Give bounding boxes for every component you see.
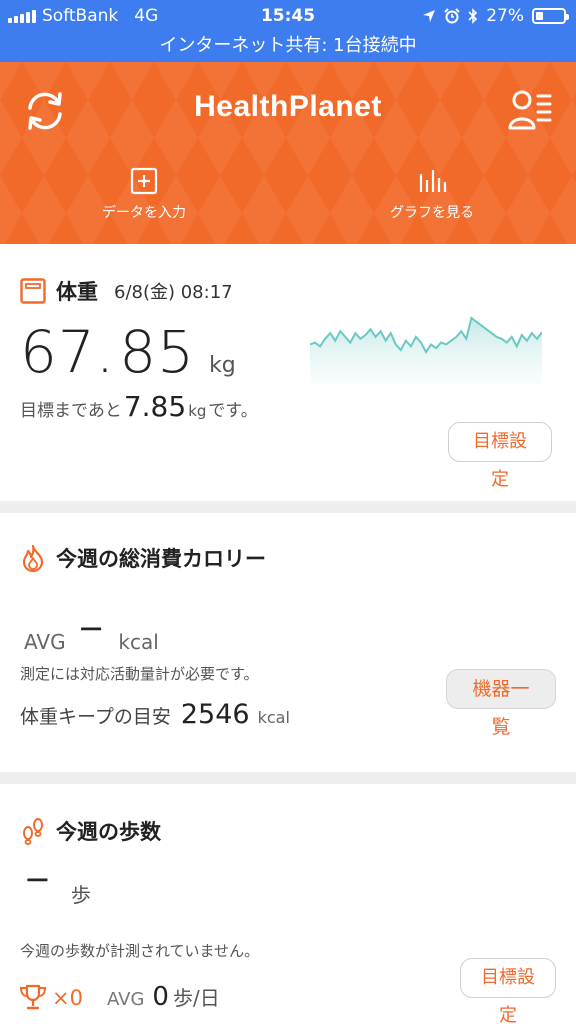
calories-title-row: 今週の総消費カロリー [20, 543, 266, 573]
app-title: HealthPlanet [194, 90, 382, 123]
app-header: HealthPlanet データを入力 グラフを見る [0, 62, 576, 244]
steps-unit: 歩 [70, 883, 91, 907]
trophy-icon [19, 984, 47, 1010]
goal-unit: kg [188, 402, 207, 420]
weight-date: 6/8(金) 08:17 [114, 282, 233, 303]
weight-title: 体重 [56, 280, 98, 304]
steps-avg-value: 0 [152, 982, 169, 1012]
location-arrow-icon [423, 10, 436, 22]
steps-avg-label: AVG [106, 989, 145, 1010]
data-input-label: データを入力 [102, 205, 186, 221]
data-input-button[interactable]: データを入力 [44, 166, 244, 222]
scale-icon [20, 278, 46, 304]
goal-value: 7.85 [123, 390, 187, 423]
battery-icon [532, 8, 569, 24]
graph-view-button[interactable]: グラフを見る [332, 166, 532, 222]
hotspot-banner[interactable]: インターネット共有: 1台接続中 [0, 32, 576, 62]
steps-avg-unit: 歩/日 [172, 986, 220, 1010]
goal-suffix: です。 [208, 401, 258, 421]
status-bar: SoftBank 4G 15:45 27% [0, 0, 576, 32]
weight-unit: kg [209, 353, 236, 378]
battery-level [536, 12, 544, 20]
keep-weight-guide: 体重キープの目安 2546 kcal [20, 699, 290, 730]
steps-card[interactable]: 今週の歩数 − 歩 今週の歩数が計測されていません。 目標設定 ×0 AVG 0… [0, 784, 576, 1024]
steps-title-row: 今週の歩数 [20, 816, 161, 846]
graph-view-label: グラフを見る [390, 205, 474, 221]
profile-menu-icon[interactable] [508, 88, 552, 134]
calories-note: 測定には対応活動量計が必要です。 [20, 665, 259, 683]
keep-label: 体重キープの目安 [20, 706, 171, 728]
weight-decimal: 85 [119, 318, 196, 386]
weight-int: 67. [20, 318, 116, 386]
keep-value: 2546 [180, 699, 250, 730]
bluetooth-icon [468, 8, 478, 24]
plus-square-icon [130, 167, 158, 195]
flame-icon [22, 544, 44, 572]
device-list-button[interactable]: 機器一覧 [446, 669, 556, 738]
weight-value: 67. 85 kg [20, 318, 236, 386]
weight-card[interactable]: 体重 6/8(金) 08:17 67. 85 kg 目標まであと 7.85 kg… [0, 244, 576, 501]
trophy-count: ×0 [52, 986, 83, 1010]
weight-goal-settings-button[interactable]: 目標設定 [448, 422, 552, 490]
calories-card[interactable]: 今週の総消費カロリー AVG − kcal 測定には対応活動量計が必要です。 体… [0, 513, 576, 772]
footprints-icon [23, 818, 43, 845]
steps-value: − [24, 860, 51, 898]
alarm-icon [444, 8, 460, 24]
weight-trend-chart [310, 316, 542, 384]
calories-avg-label: AVG [24, 630, 66, 654]
steps-goal-settings-button[interactable]: 目標設定 [460, 958, 556, 1024]
keep-unit: kcal [257, 708, 290, 727]
status-right: 27% [422, 6, 569, 26]
steps-note: 今週の歩数が計測されていません。 [20, 942, 260, 960]
weight-title-row: 体重 6/8(金) 08:17 [20, 276, 233, 306]
weight-goal-remaining: 目標まであと 7.85 kg です。 [20, 390, 258, 423]
steps-value-row: − 歩 [24, 860, 91, 910]
bar-chart-icon [419, 170, 447, 192]
calories-avg: AVG − kcal [24, 609, 159, 657]
battery-percent: 27% [486, 6, 524, 26]
steps-footer: ×0 AVG 0 歩/日 [18, 982, 220, 1012]
calories-avg-unit: kcal [118, 630, 159, 654]
goal-prefix: 目標まであと [20, 401, 122, 421]
steps-title: 今週の歩数 [56, 820, 161, 844]
calories-title: 今週の総消費カロリー [56, 547, 266, 571]
calories-avg-value: − [77, 609, 105, 647]
